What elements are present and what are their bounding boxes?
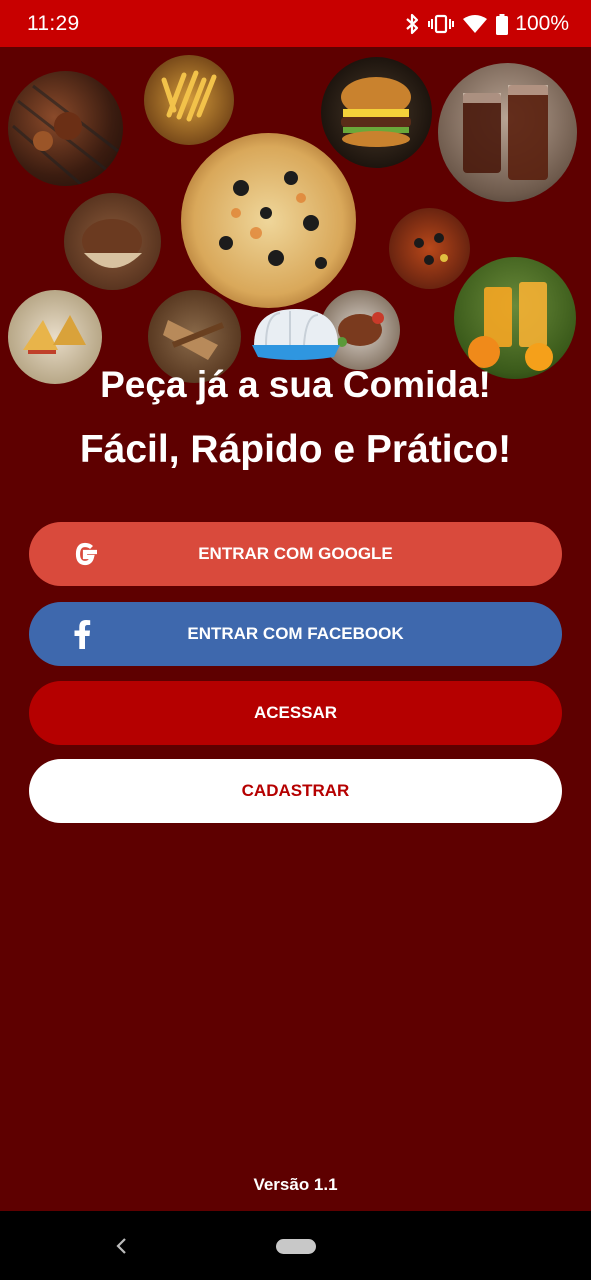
home-pill-icon[interactable]	[276, 1239, 316, 1254]
soda-image	[438, 63, 577, 202]
facebook-login-label: ENTRAR COM FACEBOOK	[187, 624, 404, 643]
battery-icon	[496, 13, 509, 35]
cadastrar-button[interactable]: CADASTRAR	[29, 759, 562, 823]
grilled-meat-image	[8, 71, 123, 186]
food-collage	[0, 47, 591, 387]
headline-secondary: Fácil, Rápido e Prático!	[79, 428, 512, 471]
acessar-label: ACESSAR	[253, 703, 338, 722]
paella-image	[389, 208, 470, 289]
wifi-icon	[463, 15, 488, 33]
battery-percentage: 100%	[515, 12, 569, 35]
pizza-image	[181, 133, 356, 308]
back-icon[interactable]	[111, 1233, 133, 1259]
facebook-login-button[interactable]: ENTRAR COM FACEBOOK	[29, 602, 562, 666]
google-icon	[69, 522, 101, 586]
orange-juice-image	[454, 257, 576, 379]
chef-hat-icon	[248, 305, 344, 365]
fries-image	[144, 55, 234, 145]
status-time: 11:29	[27, 12, 80, 35]
headline-primary: Peça já a sua Comida!	[100, 364, 491, 405]
vibrate-icon	[428, 14, 455, 34]
ice-cream-image	[64, 193, 161, 290]
status-icons: 100%	[405, 10, 569, 38]
cadastrar-label: CADASTRAR	[241, 781, 350, 800]
google-login-label: ENTRAR COM GOOGLE	[198, 544, 393, 563]
acessar-button[interactable]: ACESSAR	[29, 681, 562, 745]
google-login-button[interactable]: ENTRAR COM GOOGLE	[29, 522, 562, 586]
status-bar: 11:29 100%	[0, 0, 591, 47]
facebook-icon	[73, 602, 91, 666]
bluetooth-icon	[406, 13, 419, 35]
app-version: Versão 1.1	[253, 1175, 338, 1194]
burger-image	[321, 57, 432, 168]
